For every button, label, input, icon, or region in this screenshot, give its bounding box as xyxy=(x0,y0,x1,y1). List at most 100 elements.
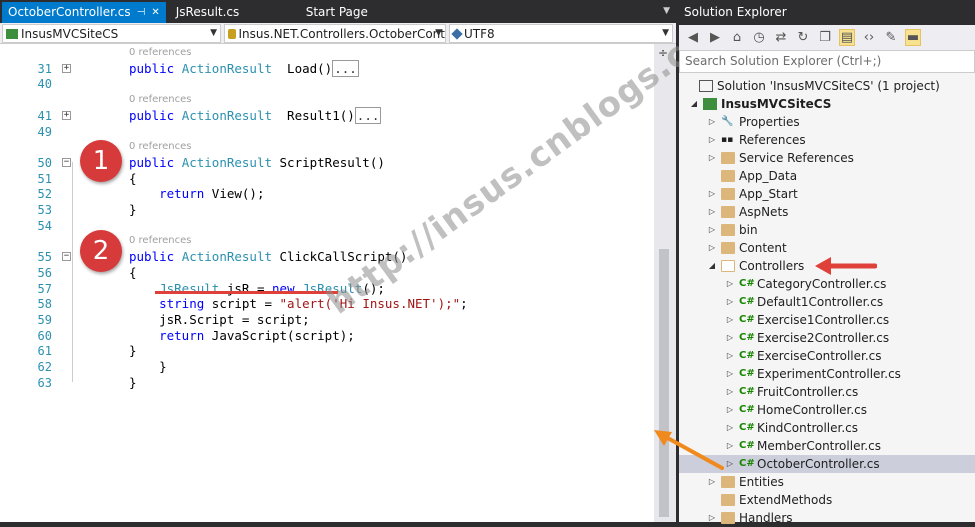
tab-start-page[interactable]: Start Page xyxy=(300,2,374,23)
expand-icon[interactable]: + xyxy=(62,63,71,73)
collapsed-arrow-icon[interactable]: ▷ xyxy=(725,275,735,293)
history-icon[interactable]: ◷ xyxy=(751,30,767,45)
code-text: public ActionResult ScriptResult() xyxy=(129,155,385,171)
csharp-file-icon: C# xyxy=(739,404,755,415)
code-text: { xyxy=(129,171,137,187)
close-icon[interactable]: ✕ xyxy=(151,2,159,23)
code-text: } xyxy=(129,343,137,359)
view-code-icon[interactable]: ‹› xyxy=(861,30,877,45)
solution-explorer-search-input[interactable]: Search Solution Explorer (Ctrl+;) xyxy=(679,50,975,73)
reference-count[interactable]: 0 references xyxy=(129,233,192,249)
expanded-arrow-icon[interactable]: ◢ xyxy=(707,257,717,275)
csharp-file-icon: C# xyxy=(739,332,755,343)
collapsed-arrow-icon[interactable]: ▷ xyxy=(725,419,735,437)
tab-jsresult[interactable]: JsResult.cs xyxy=(170,2,270,23)
folder-icon xyxy=(721,170,735,182)
collapsed-arrow-icon[interactable]: ▷ xyxy=(707,473,717,491)
code-token: Result1() xyxy=(272,107,355,123)
code-token: public xyxy=(129,60,182,76)
type-combo[interactable]: Insus.NET.Controllers.OctoberCont ▼ xyxy=(224,24,446,43)
collapsed-arrow-icon[interactable]: ▷ xyxy=(725,311,735,329)
code-line: 63} xyxy=(0,375,654,391)
scroll-thumb[interactable] xyxy=(659,249,669,517)
code-token: jsR.Script = script; xyxy=(129,311,310,327)
preview-icon[interactable]: ▬ xyxy=(905,29,921,46)
back-icon[interactable]: ◀ xyxy=(685,30,701,45)
chevron-down-icon: ▼ xyxy=(210,28,217,38)
collapsed-arrow-icon[interactable]: ▷ xyxy=(725,347,735,365)
code-line: 59 jsR.Script = script; xyxy=(0,312,654,328)
tree-node[interactable]: ▷ C# ExerciseController.cs xyxy=(679,347,975,365)
collapsed-arrow-icon[interactable]: ▷ xyxy=(725,401,735,419)
collapsed-arrow-icon[interactable]: ▷ xyxy=(707,185,717,203)
code-token: } xyxy=(129,359,167,374)
collapsed-arrow-icon[interactable]: ▷ xyxy=(725,383,735,401)
tree-node[interactable]: ▷ App_Start xyxy=(679,185,975,203)
tree-node-label: ExperimentController.cs xyxy=(757,367,901,381)
tab-octobercontroller[interactable]: OctoberController.cs ⊣ ✕ xyxy=(2,2,166,23)
collapsed-arrow-icon[interactable]: ▷ xyxy=(707,131,717,149)
collapse-icon[interactable]: − xyxy=(62,157,71,167)
collapsed-arrow-icon[interactable]: ▷ xyxy=(725,437,735,455)
tree-node[interactable]: ▷ C# Exercise2Controller.cs xyxy=(679,329,975,347)
tree-node[interactable]: ▷ C# FruitController.cs xyxy=(679,383,975,401)
member-combo[interactable]: UTF8 ▼ xyxy=(449,24,673,43)
tree-node-label: HomeController.cs xyxy=(757,403,868,417)
code-text: } xyxy=(129,202,137,218)
tree-node-label: App_Data xyxy=(739,169,798,183)
collapse-all-icon[interactable]: ❐ xyxy=(817,30,833,45)
collapse-icon[interactable]: − xyxy=(62,252,71,262)
collapsed-arrow-icon[interactable]: ▷ xyxy=(707,509,717,527)
tab-overflow-dropdown-icon[interactable]: ▼ xyxy=(663,6,670,16)
collapsed-region[interactable]: ... xyxy=(332,59,359,77)
collapsed-arrow-icon[interactable]: ▷ xyxy=(707,203,717,221)
project-combo[interactable]: InsusMVCSiteCS ▼ xyxy=(2,24,221,43)
reference-count[interactable]: 0 references xyxy=(129,139,192,155)
collapsed-arrow-icon[interactable]: ▷ xyxy=(725,293,735,311)
chevron-down-icon: ▼ xyxy=(435,28,442,38)
expand-icon[interactable]: + xyxy=(62,110,71,120)
sync-icon[interactable]: ⇄ xyxy=(773,30,789,45)
line-number: 55 xyxy=(37,250,52,265)
tree-node[interactable]: ExtendMethods xyxy=(679,491,975,509)
collapsed-region[interactable]: ... xyxy=(354,106,382,124)
tree-node[interactable]: ▷ bin xyxy=(679,221,975,239)
tree-node[interactable]: ▷ C# Default1Controller.cs xyxy=(679,293,975,311)
tree-node[interactable]: ◢ InsusMVCSiteCS xyxy=(679,95,975,113)
tree-node[interactable]: ▷ Content xyxy=(679,239,975,257)
collapsed-arrow-icon[interactable]: ▷ xyxy=(725,365,735,383)
home-icon[interactable]: ⌂ xyxy=(729,30,745,45)
pin-icon[interactable]: ⊣ xyxy=(137,2,146,23)
references-icon: ▪▪ xyxy=(721,135,734,145)
tree-node-label: MemberController.cs xyxy=(757,439,881,453)
collapsed-arrow-icon[interactable]: ▷ xyxy=(707,239,717,257)
collapsed-arrow-icon[interactable]: ▷ xyxy=(707,113,717,131)
reference-count[interactable]: 0 references xyxy=(129,45,192,61)
collapsed-arrow-icon[interactable]: ▷ xyxy=(707,149,717,167)
code-text-area[interactable]: 0 references 31 + public ActionResult Load(… xyxy=(0,44,654,522)
tree-node[interactable]: ▷ ▪▪ References xyxy=(679,131,975,149)
tree-node[interactable]: App_Data xyxy=(679,167,975,185)
tree-node[interactable]: ▷ Handlers xyxy=(679,509,975,527)
reference-count[interactable]: 0 references xyxy=(129,92,192,108)
tree-node[interactable]: ▷ C# CategoryController.cs xyxy=(679,275,975,293)
forward-icon[interactable]: ▶ xyxy=(707,30,723,45)
tree-node[interactable]: ▷ 🔧 Properties xyxy=(679,113,975,131)
collapsed-arrow-icon[interactable]: ▷ xyxy=(707,221,717,239)
tree-node[interactable]: ▷ C# HomeController.cs xyxy=(679,401,975,419)
show-all-files-icon[interactable]: ▤ xyxy=(839,29,855,46)
properties-icon[interactable]: ✎ xyxy=(883,30,899,45)
tree-node[interactable]: ▷ Service References xyxy=(679,149,975,167)
refresh-icon[interactable]: ↻ xyxy=(795,30,811,45)
tree-node-label: Entities xyxy=(739,475,784,489)
collapsed-arrow-icon[interactable]: ▷ xyxy=(725,329,735,347)
expanded-arrow-icon[interactable]: ◢ xyxy=(689,95,699,113)
tree-node[interactable]: ▷ C# Exercise1Controller.cs xyxy=(679,311,975,329)
tree-node[interactable]: Solution 'InsusMVCSiteCS' (1 project) xyxy=(679,77,975,95)
collapsed-arrow-icon[interactable]: ▷ xyxy=(725,455,735,473)
code-token: string xyxy=(159,296,212,312)
tree-node[interactable]: ▷ C# ExperimentController.cs xyxy=(679,365,975,383)
tree-node[interactable]: ▷ Entities xyxy=(679,473,975,491)
tree-node[interactable]: ▷ AspNets xyxy=(679,203,975,221)
